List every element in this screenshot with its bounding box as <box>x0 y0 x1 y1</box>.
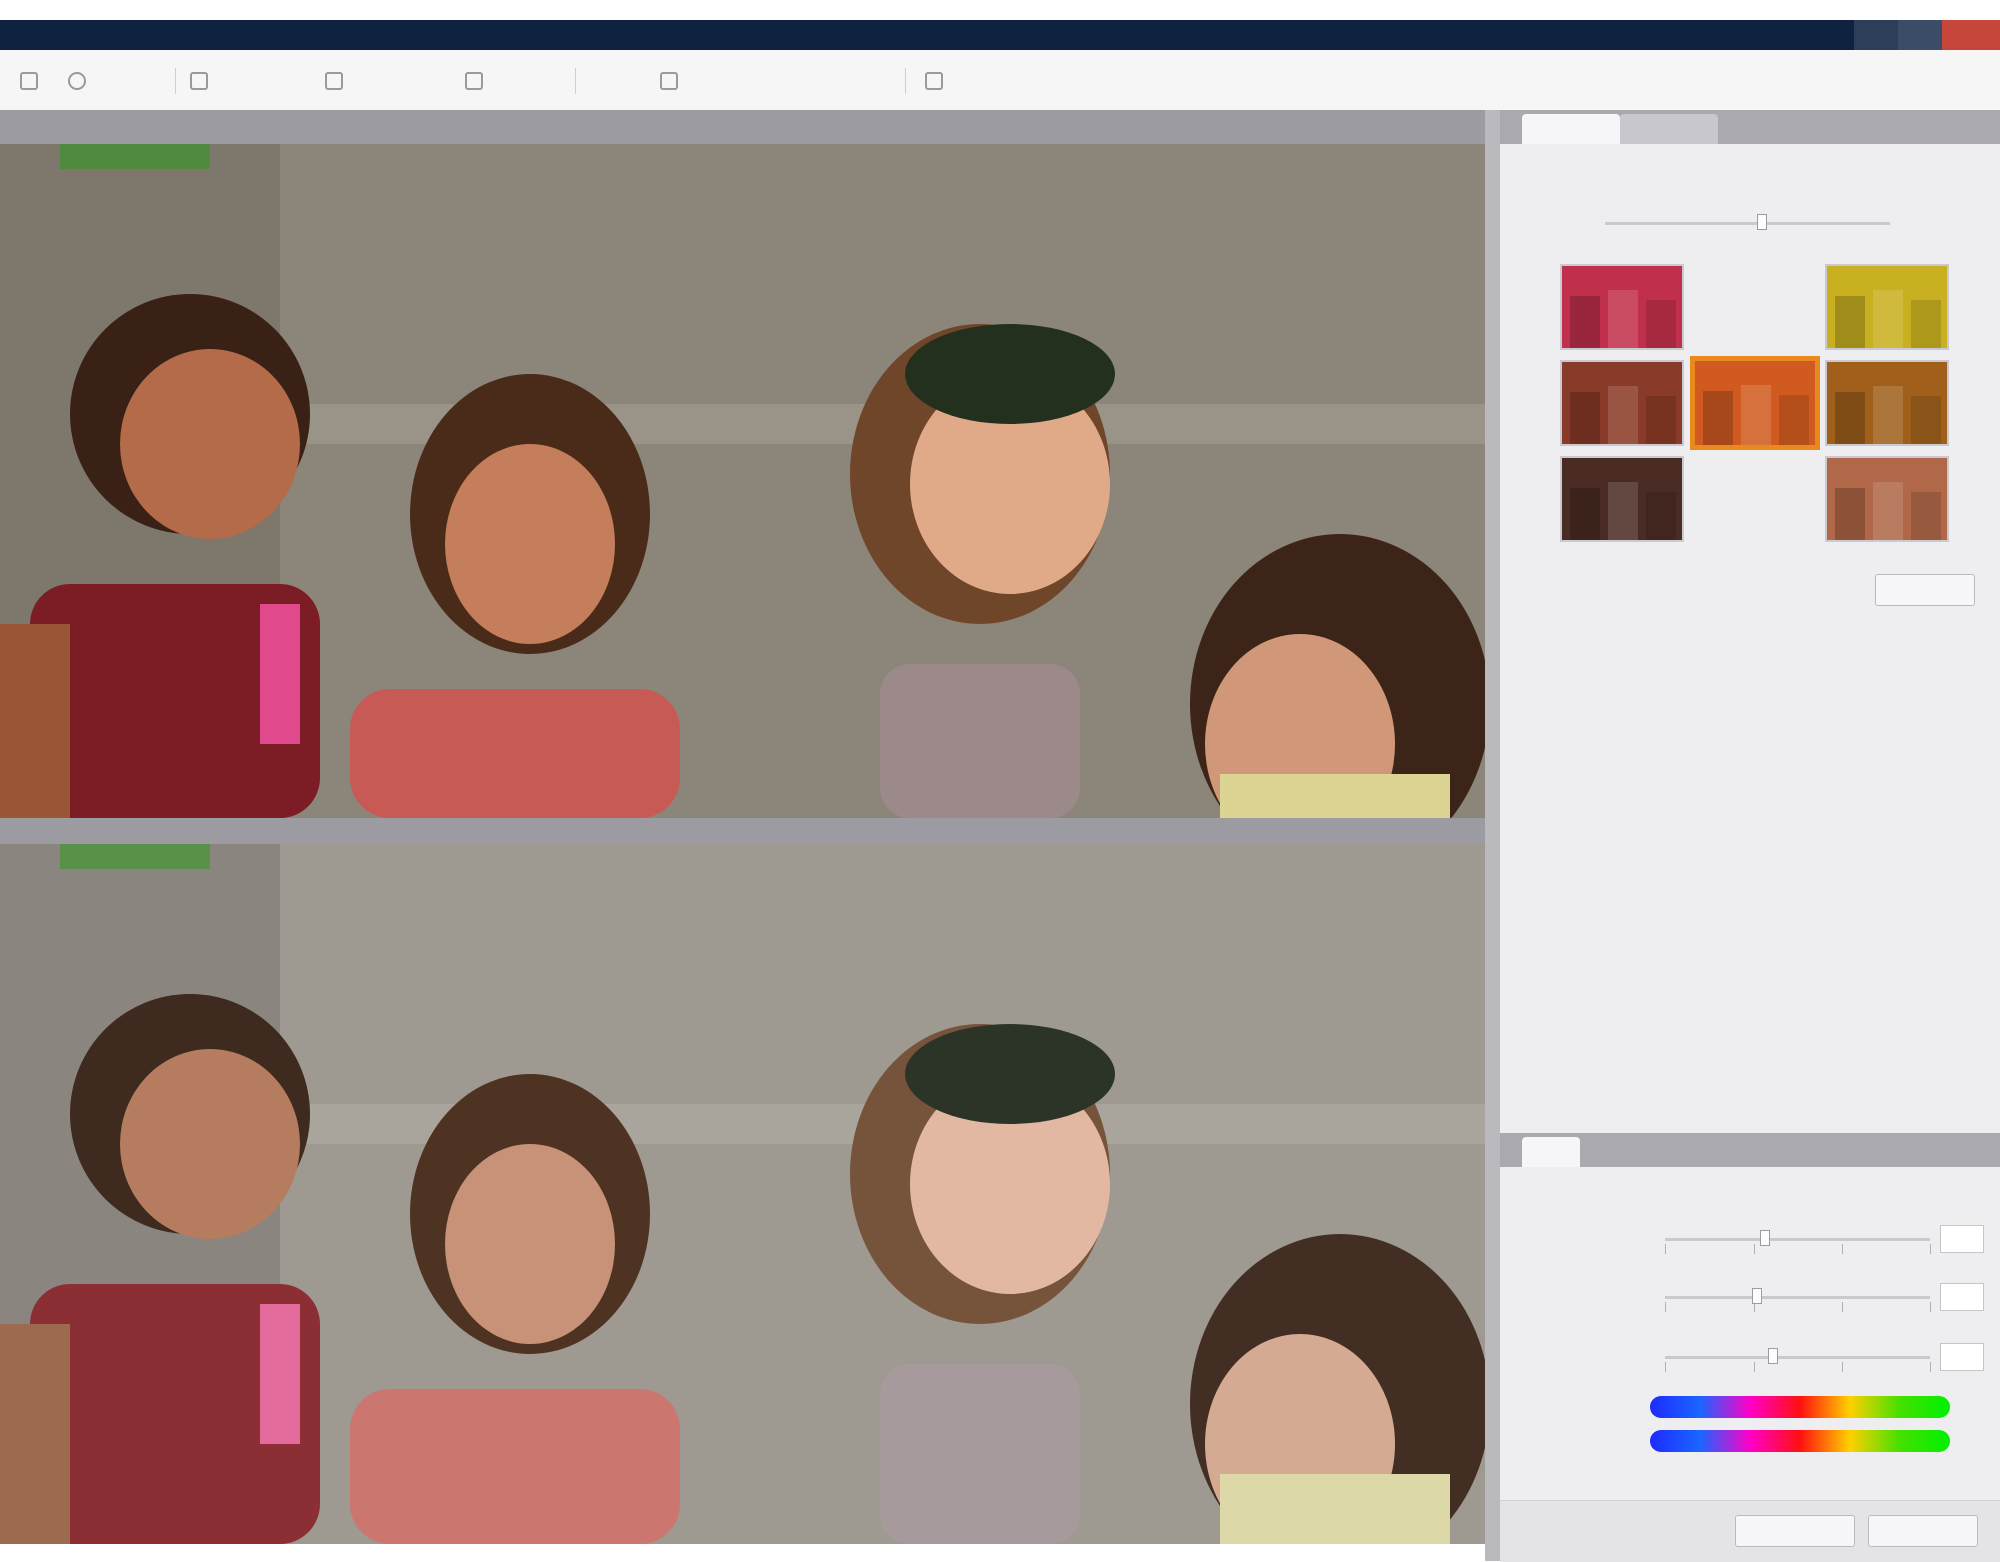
preview-icon <box>925 72 943 90</box>
variation-thumb[interactable] <box>1560 360 1684 446</box>
slider-tick <box>1842 1302 1843 1312</box>
param-slider-track[interactable] <box>1665 1296 1930 1299</box>
tab-variations[interactable] <box>1522 114 1620 144</box>
original-panel-label <box>0 110 1500 144</box>
crop-icon <box>325 72 343 90</box>
dialog-button-bar <box>1500 1500 2000 1562</box>
minimize-button[interactable] <box>1854 20 1898 50</box>
sample-size-icon <box>190 72 208 90</box>
param-slider-thumb[interactable] <box>1760 1230 1770 1246</box>
amount-slider-track[interactable] <box>1605 222 1890 225</box>
param-slider-thumb[interactable] <box>1768 1348 1778 1364</box>
compare-icon <box>465 72 483 90</box>
variation-thumb[interactable] <box>1560 456 1684 542</box>
crop-button[interactable] <box>325 68 349 94</box>
zoom-level-button[interactable] <box>112 68 118 94</box>
close-window-button[interactable] <box>1942 20 2000 50</box>
variation-thumb-current[interactable] <box>1690 356 1820 450</box>
title-bar <box>0 20 2000 50</box>
slider-tick <box>1930 1362 1931 1372</box>
close-button[interactable] <box>1868 1515 1978 1547</box>
toolbar <box>0 50 2000 111</box>
view-button[interactable] <box>20 68 44 94</box>
presets-button[interactable] <box>660 68 684 94</box>
maximize-button[interactable] <box>1898 20 1942 50</box>
slider-tick <box>1842 1244 1843 1254</box>
slider-tick <box>1665 1244 1666 1254</box>
slider-tick <box>1930 1302 1931 1312</box>
color-spectrum-bar[interactable] <box>1650 1430 1950 1452</box>
variation-thumb[interactable] <box>1825 456 1949 542</box>
toolbar-separator <box>905 68 906 94</box>
tab-options[interactable] <box>1620 114 1718 144</box>
amount-slider-thumb[interactable] <box>1756 214 1767 230</box>
param-value[interactable] <box>1940 1343 1984 1371</box>
presets-icon <box>660 72 678 90</box>
zoom-button[interactable] <box>68 68 92 94</box>
slider-tick <box>1665 1302 1666 1312</box>
slider-tick <box>1754 1362 1755 1372</box>
zoom-icon <box>68 72 86 90</box>
settings-header <box>1500 1133 2000 1167</box>
reset-variations-button[interactable] <box>1875 574 1975 606</box>
param-value[interactable] <box>1940 1283 1984 1311</box>
slider-tick <box>1754 1244 1755 1254</box>
param-slider-track[interactable] <box>1665 1238 1930 1241</box>
variation-thumb[interactable] <box>1825 360 1949 446</box>
preview-toggle[interactable] <box>925 68 949 94</box>
menu-button[interactable] <box>595 68 601 94</box>
toolbar-separator <box>175 68 176 94</box>
slider-tick <box>1930 1244 1931 1254</box>
original-photo[interactable] <box>0 144 1485 818</box>
param-value[interactable] <box>1940 1225 1984 1253</box>
compare-button[interactable] <box>465 68 489 94</box>
panel-tabs <box>1500 110 2000 144</box>
param-slider-thumb[interactable] <box>1752 1288 1762 1304</box>
variations-panel <box>1500 110 2000 1562</box>
preview-panel-label <box>0 818 1500 844</box>
toolbar-separator <box>575 68 576 94</box>
tab-settings[interactable] <box>1522 1137 1580 1167</box>
variation-thumb[interactable] <box>1560 264 1684 350</box>
slider-tick <box>1842 1362 1843 1372</box>
panel-splitter[interactable] <box>1485 110 1500 1561</box>
view-icon <box>20 72 38 90</box>
slider-tick <box>1665 1362 1666 1372</box>
sample-size-button[interactable] <box>190 68 214 94</box>
apply-button[interactable] <box>1735 1515 1855 1547</box>
variation-thumb[interactable] <box>1825 264 1949 350</box>
color-spectrum-bar[interactable] <box>1650 1396 1950 1418</box>
preview-photo[interactable] <box>0 844 1485 1544</box>
param-slider-track[interactable] <box>1665 1356 1930 1359</box>
